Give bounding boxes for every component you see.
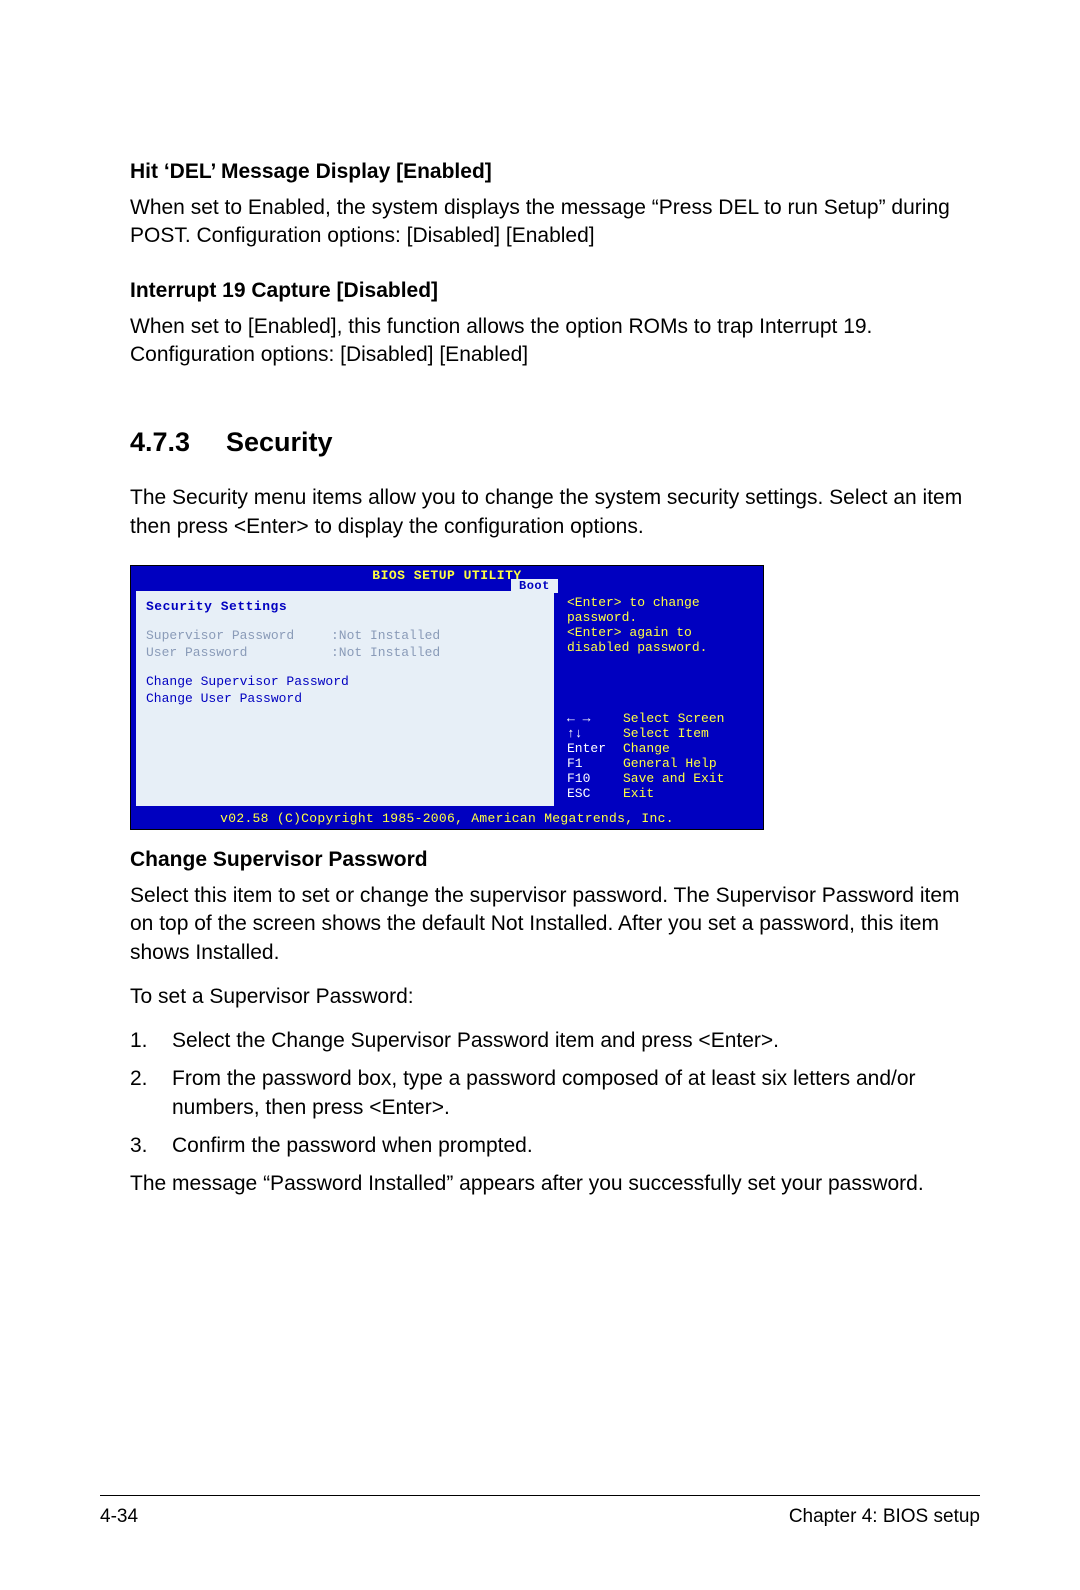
nav-txt: Select Screen [623,711,724,726]
step-text: Confirm the password when prompted. [172,1132,980,1160]
int19-heading: Interrupt 19 Capture [Disabled] [130,279,980,303]
nav-row: ESCExit [567,786,753,801]
bios-title-bar: BIOS SETUP UTILITY Boot [131,566,763,586]
bios-tab-boot: Boot [511,579,558,593]
nav-txt: Change [623,741,670,756]
nav-row: EnterChange [567,741,753,756]
step-number: 2. [130,1065,172,1122]
change-supervisor-password-text: Select this item to set or change the su… [130,882,980,967]
nav-row: F1General Help [567,756,753,771]
step-1: 1.Select the Change Supervisor Password … [130,1027,980,1055]
bios-title: BIOS SETUP UTILITY [372,568,521,583]
bios-screenshot: BIOS SETUP UTILITY Boot Security Setting… [130,565,764,830]
supervisor-password-value: :Not Installed [331,628,440,643]
to-set-lead: To set a Supervisor Password: [130,985,980,1009]
nav-row: F10Save and Exit [567,771,753,786]
user-password-row: User Password :Not Installed [146,645,544,660]
user-password-value: :Not Installed [331,645,440,660]
nav-txt: General Help [623,756,717,771]
nav-key-f1: F1 [567,756,623,771]
nav-row: ↑↓Select Item [567,726,753,741]
change-user-password-item: Change User Password [146,691,544,706]
hit-del-heading: Hit ‘DEL’ Message Display [Enabled] [130,160,980,184]
nav-key-f10: F10 [567,771,623,786]
nav-txt: Select Item [623,726,709,741]
supervisor-password-label: Supervisor Password [146,628,331,643]
step-text: Select the Change Supervisor Password it… [172,1027,980,1055]
nav-key-arrows-ud: ↑↓ [567,726,623,741]
after-text: The message “Password Installed” appears… [130,1170,980,1198]
page-footer: 4-34 Chapter 4: BIOS setup [100,1495,980,1528]
nav-txt: Exit [623,786,654,801]
nav-txt: Save and Exit [623,771,724,786]
security-section-header: 4.7.3 Security [130,427,980,458]
section-title: Security [226,427,333,458]
page-number: 4-34 [100,1506,138,1528]
nav-key-arrows-lr: ← → [567,711,623,726]
nav-key-esc: ESC [567,786,623,801]
step-3: 3.Confirm the password when prompted. [130,1132,980,1160]
change-supervisor-password-item: Change Supervisor Password [146,674,544,689]
change-supervisor-password-heading: Change Supervisor Password [130,848,980,872]
bios-left-pane: Security Settings Supervisor Password :N… [135,590,555,807]
user-password-label: User Password [146,645,331,660]
step-2: 2.From the password box, type a password… [130,1065,980,1122]
bios-nav-legend: ← →Select Screen ↑↓Select Item EnterChan… [567,711,753,801]
step-number: 1. [130,1027,172,1055]
bios-right-pane: <Enter> to change password. <Enter> agai… [557,586,763,809]
step-text: From the password box, type a password c… [172,1065,980,1122]
bios-help-text: <Enter> to change password. <Enter> agai… [567,596,753,656]
chapter-label: Chapter 4: BIOS setup [789,1506,980,1528]
bios-copyright: v02.58 (C)Copyright 1985-2006, American … [131,809,763,829]
nav-key-enter: Enter [567,741,623,756]
bios-security-settings-label: Security Settings [146,599,544,614]
nav-row: ← →Select Screen [567,711,753,726]
int19-text: When set to [Enabled], this function all… [130,313,980,370]
steps-list: 1.Select the Change Supervisor Password … [130,1027,980,1160]
hit-del-text: When set to Enabled, the system displays… [130,194,980,251]
step-number: 3. [130,1132,172,1160]
section-number: 4.7.3 [130,427,226,458]
supervisor-password-row: Supervisor Password :Not Installed [146,628,544,643]
security-intro: The Security menu items allow you to cha… [130,484,980,541]
